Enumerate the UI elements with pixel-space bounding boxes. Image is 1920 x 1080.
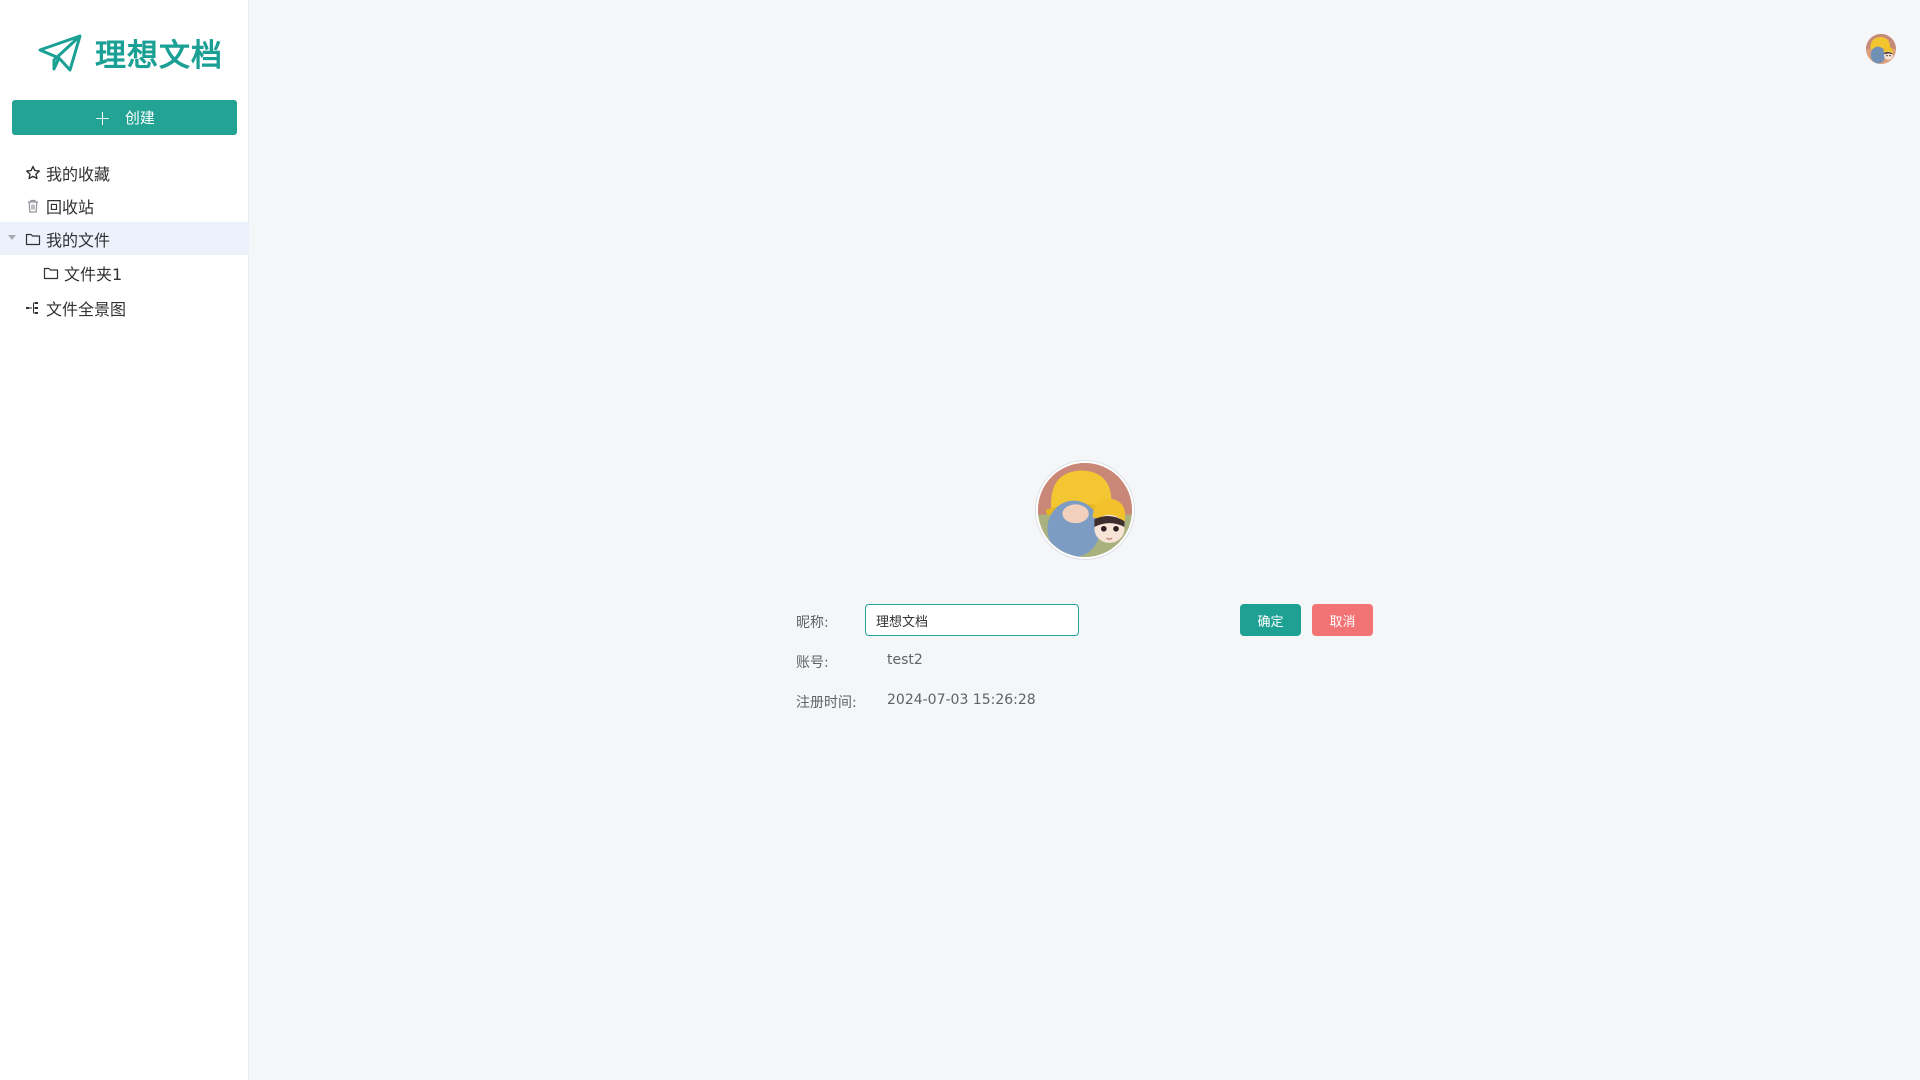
account-value: test2 [887,652,923,668]
register-time-value: 2024-07-03 15:26:28 [887,692,1036,708]
sidebar-item-label: 文件全景图 [46,299,127,319]
trash-icon [24,197,42,215]
avatar-image [1866,34,1896,64]
account-label: 账号: [796,655,829,671]
create-button-label: 创建 [124,109,155,127]
app-logo[interactable]: 理想文档 [37,30,223,75]
folder-icon [24,230,42,248]
plus-icon: + [94,105,111,130]
sidebar-item-label: 回收站 [46,197,95,217]
app-title: 理想文档 [95,38,223,74]
register-time-label: 注册时间: [796,695,857,711]
confirm-button[interactable]: 确定 [1240,604,1301,636]
sidebar-item-file-overview[interactable]: 文件全景图 [0,291,249,324]
create-button[interactable]: + 创建 [12,100,237,135]
sidebar-nav: 我的收藏 回收站 我的文件 文件夹1 文件全景图 [0,156,249,324]
sidebar-item-label: 我的收藏 [46,164,111,184]
avatar-image [1038,463,1132,557]
cancel-button[interactable]: 取消 [1312,604,1373,636]
sidebar-item-recycle-bin[interactable]: 回收站 [0,189,249,222]
nickname-label: 昵称: [796,615,829,631]
tree-icon [24,299,42,317]
paper-plane-icon [38,34,82,71]
profile-avatar[interactable] [1036,461,1134,559]
user-avatar[interactable] [1866,34,1896,64]
sidebar-item-my-files[interactable]: 我的文件 [0,222,249,255]
sidebar-item-label: 我的文件 [46,230,111,250]
nickname-input[interactable] [865,604,1079,636]
sidebar-item-favorites[interactable]: 我的收藏 [0,156,249,189]
folder-icon [42,264,60,282]
sidebar-item-label: 文件夹1 [64,265,123,284]
caret-down-icon[interactable] [8,235,16,240]
star-icon [24,164,42,182]
sidebar-item-folder1[interactable]: 文件夹1 [0,255,249,291]
sidebar: 理想文档 + 创建 我的收藏 回收站 我的文件 文件夹1 文件全景图 [0,0,249,1080]
